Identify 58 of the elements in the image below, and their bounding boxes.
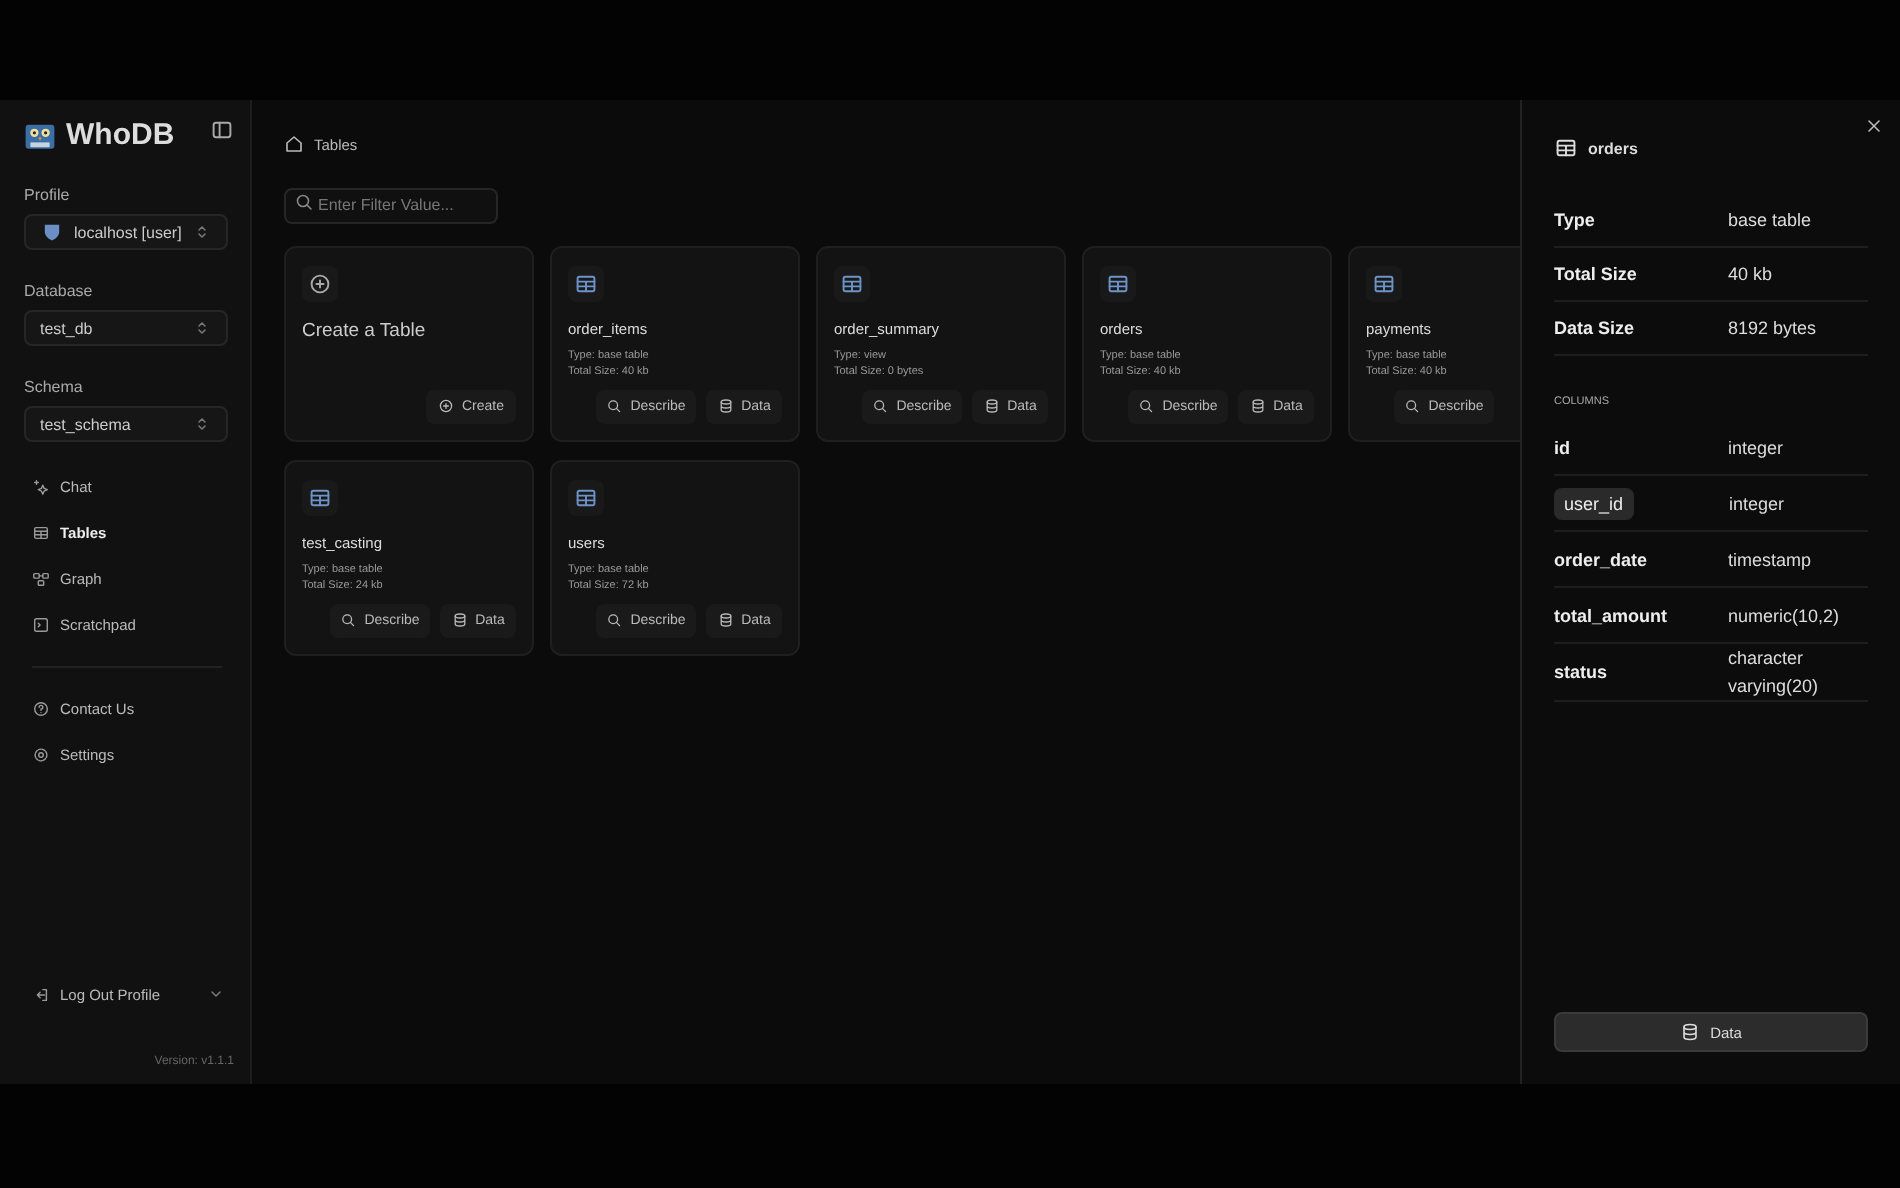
panel-title: orders bbox=[1588, 139, 1638, 157]
dropdown[interactable]: test_db bbox=[24, 310, 228, 346]
chevron-up-down-icon bbox=[192, 222, 212, 242]
search-icon bbox=[872, 398, 889, 414]
sparkle-icon bbox=[32, 478, 50, 496]
column-type: character varying(20) bbox=[1728, 646, 1821, 700]
table-icon bbox=[840, 271, 864, 295]
table-icon bbox=[1372, 271, 1396, 295]
settings-icon bbox=[32, 746, 50, 764]
plus-circle-icon bbox=[308, 271, 332, 295]
chevron-up-down-icon bbox=[192, 414, 212, 434]
search-icon bbox=[340, 612, 357, 628]
search-icon bbox=[606, 398, 623, 414]
table-icon bbox=[1554, 136, 1578, 160]
chevron-up-down-icon bbox=[192, 318, 212, 338]
field-label: Schema bbox=[24, 378, 85, 396]
sidebar-toggle-button[interactable] bbox=[210, 117, 234, 141]
column-type: integer bbox=[1729, 491, 1787, 517]
property-name: Data Size bbox=[1554, 318, 1637, 338]
terminal-icon bbox=[32, 616, 50, 634]
table-icon bbox=[574, 485, 598, 509]
app-name: WhoDB bbox=[66, 118, 177, 152]
graph-icon bbox=[32, 570, 50, 588]
close-button[interactable] bbox=[1864, 116, 1884, 136]
table-icon bbox=[32, 524, 50, 542]
search-icon bbox=[1138, 398, 1155, 414]
sidebar-icon bbox=[210, 117, 234, 141]
filter-field[interactable]: Enter Filter Value... bbox=[284, 187, 498, 223]
property-value: 40 kb bbox=[1728, 262, 1775, 288]
table-icon bbox=[308, 485, 332, 509]
column-type: timestamp bbox=[1728, 547, 1814, 573]
home-icon bbox=[284, 134, 304, 154]
field-label: Database bbox=[24, 282, 95, 300]
dropdown[interactable]: test_schema bbox=[24, 406, 228, 442]
column-name: order_date bbox=[1554, 549, 1650, 569]
help-icon bbox=[32, 700, 50, 718]
dropdown[interactable]: localhost [user] bbox=[24, 214, 228, 250]
close-icon bbox=[1864, 116, 1884, 136]
search-icon bbox=[294, 192, 314, 212]
table-icon bbox=[574, 271, 598, 295]
property-value: base table bbox=[1728, 208, 1814, 234]
property-name: Total Size bbox=[1554, 264, 1639, 284]
card-title: Create a Table bbox=[302, 319, 428, 341]
column-type: numeric(10,2) bbox=[1728, 603, 1842, 629]
table-icon bbox=[1106, 271, 1130, 295]
column-name: id bbox=[1554, 437, 1572, 457]
search-icon bbox=[606, 612, 623, 628]
column-name: total_amount bbox=[1554, 605, 1670, 625]
search-icon bbox=[1404, 398, 1421, 414]
column-name: status bbox=[1554, 662, 1610, 682]
property-name: Type bbox=[1554, 210, 1597, 230]
logout-icon bbox=[32, 985, 50, 1003]
field-label: Profile bbox=[24, 186, 72, 204]
column-name: user_id bbox=[1554, 487, 1634, 519]
plus-circle-icon bbox=[437, 398, 454, 414]
owl-logo-icon bbox=[24, 119, 56, 151]
property-value: 8192 bytes bbox=[1728, 316, 1819, 342]
column-type: integer bbox=[1728, 435, 1786, 461]
